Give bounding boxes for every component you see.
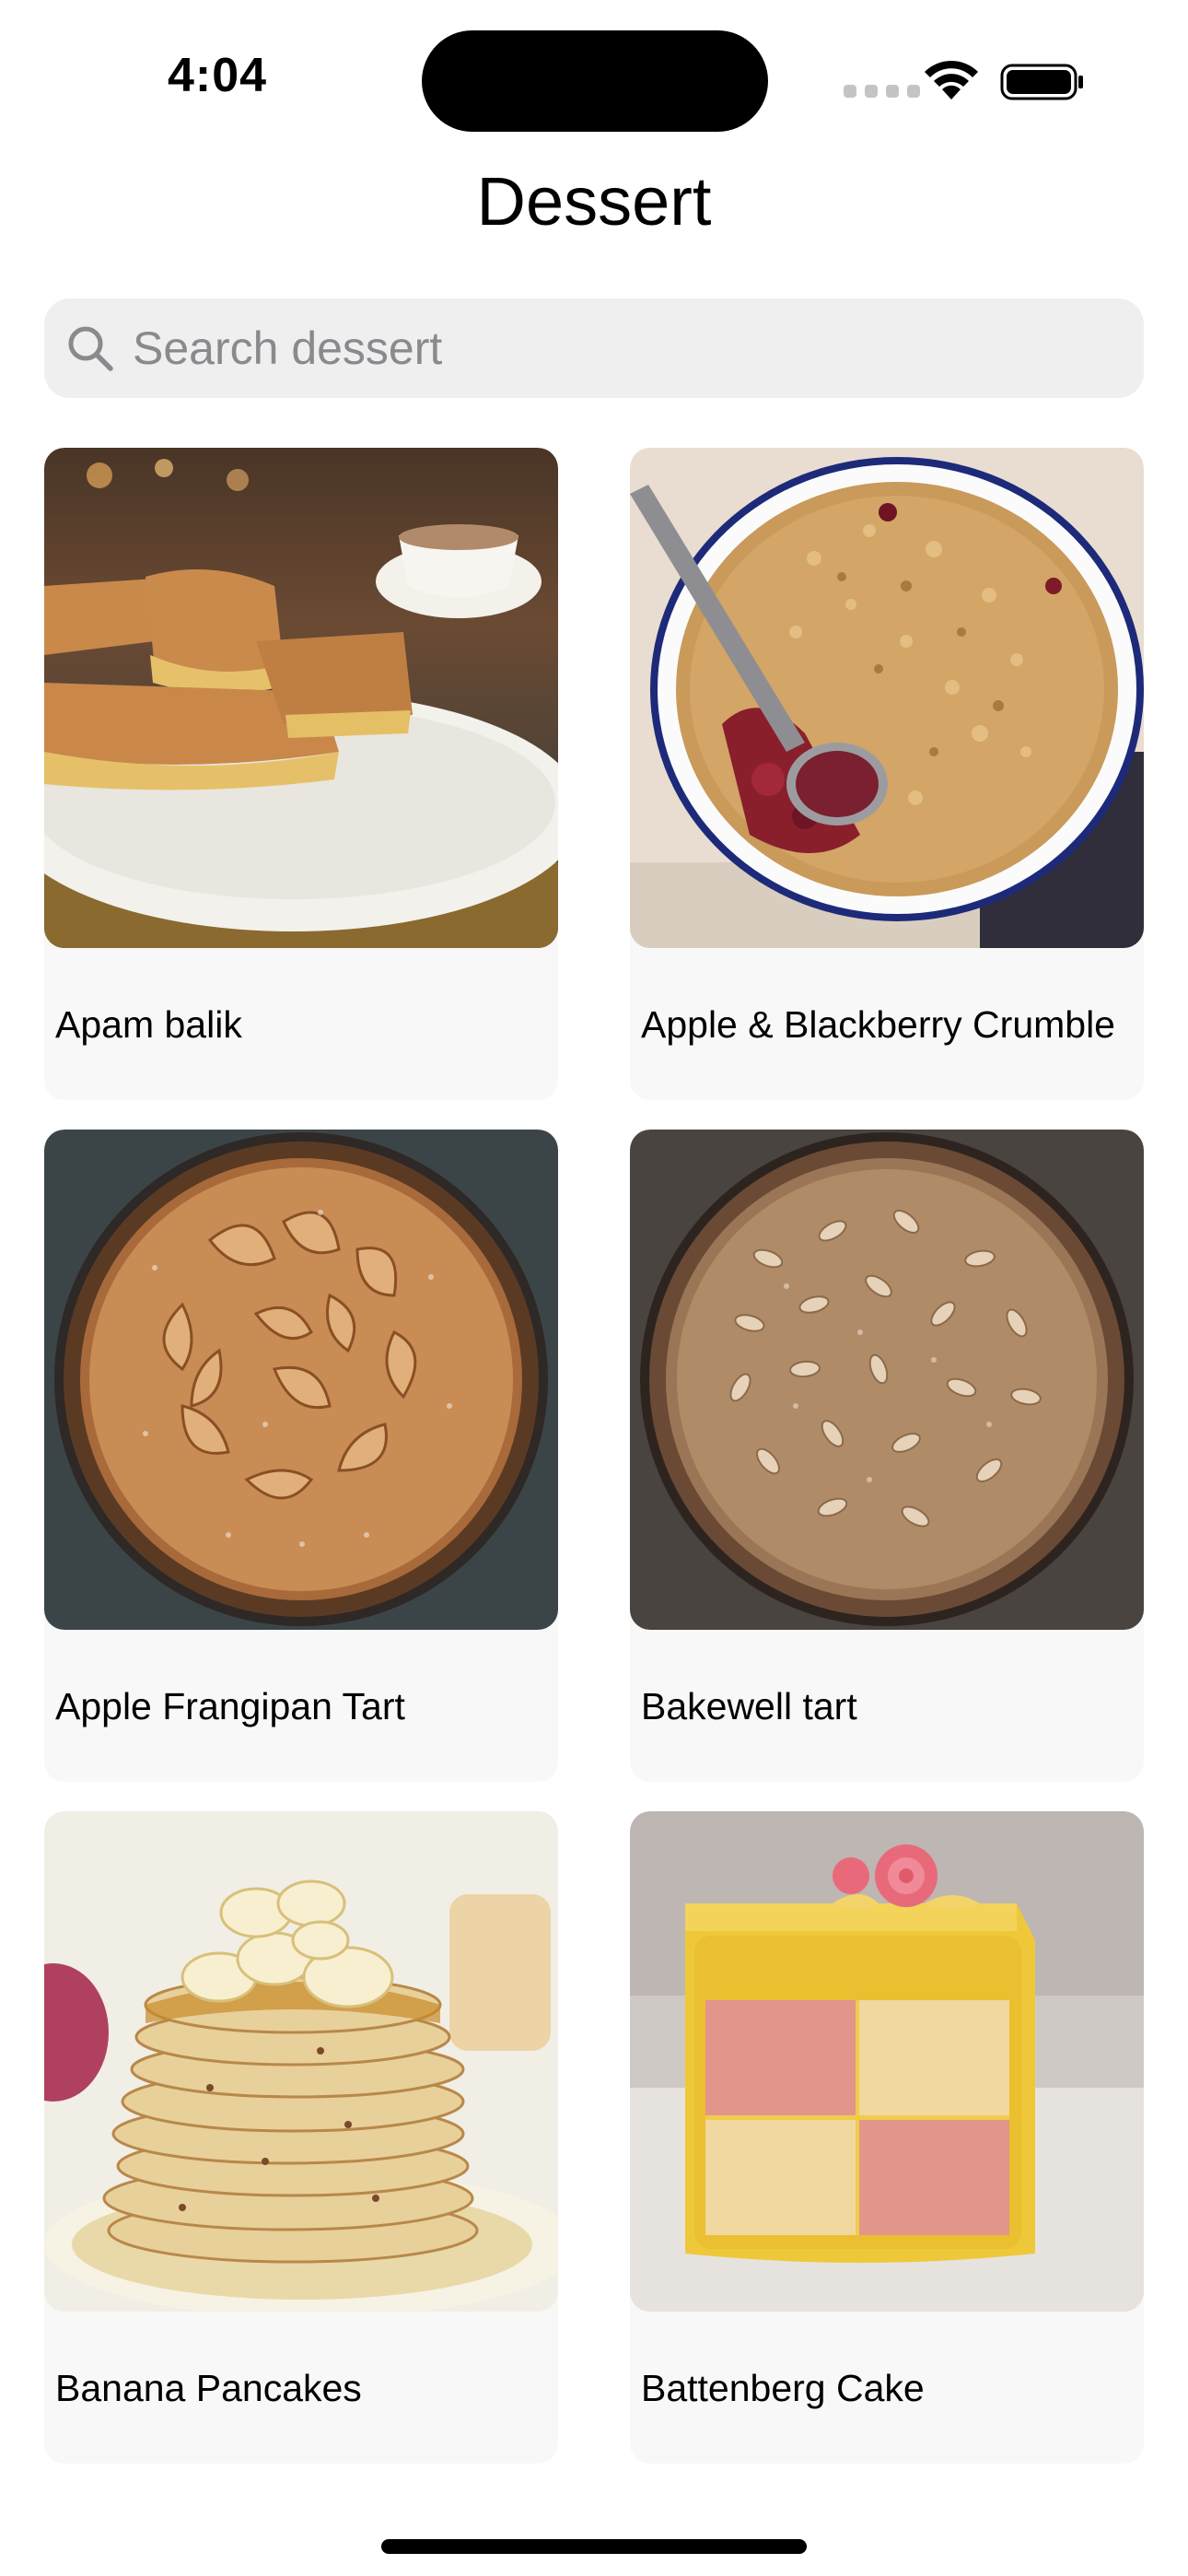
app-screen: 4:04 Dessert Search dessert Apam balik A…: [0, 0, 1188, 2576]
page-title: Dessert: [476, 163, 712, 240]
dessert-name: Apple Frangipan Tart: [55, 1684, 405, 1727]
dessert-grid: Apam balik Apple & Blackberry Crumble Ap…: [44, 448, 1144, 2464]
battery-icon: [1000, 64, 1083, 100]
dessert-card[interactable]: Apam balik: [44, 448, 558, 1100]
search-icon: [68, 326, 113, 371]
dessert-image: [630, 1811, 1144, 2312]
dessert-name: Apple & Blackberry Crumble: [641, 1002, 1115, 1046]
dessert-image: [630, 1130, 1144, 1630]
dessert-card[interactable]: Banana Pancakes: [44, 1811, 558, 2464]
dessert-card[interactable]: Apple & Blackberry Crumble: [630, 448, 1144, 1100]
dessert-name: Banana Pancakes: [55, 2366, 362, 2409]
dessert-image: [630, 448, 1144, 948]
home-indicator[interactable]: [381, 2539, 807, 2554]
dynamic-island: [422, 30, 768, 132]
dessert-name: Apam balik: [55, 1002, 242, 1046]
status-time: 4:04: [168, 49, 268, 102]
dessert-card[interactable]: Battenberg Cake: [630, 1811, 1144, 2464]
dessert-name: Bakewell tart: [641, 1684, 857, 1727]
dessert-image: [44, 1130, 558, 1630]
dessert-image: [44, 1811, 558, 2312]
cellular-signal-icon: [844, 85, 920, 98]
search-input[interactable]: [133, 322, 1109, 375]
dessert-name: Battenberg Cake: [641, 2366, 925, 2409]
wifi-icon: [925, 60, 978, 100]
dessert-image: [44, 448, 558, 948]
dessert-card[interactable]: Apple Frangipan Tart: [44, 1130, 558, 1782]
search-bar[interactable]: [44, 299, 1144, 398]
dessert-card[interactable]: Bakewell tart: [630, 1130, 1144, 1782]
